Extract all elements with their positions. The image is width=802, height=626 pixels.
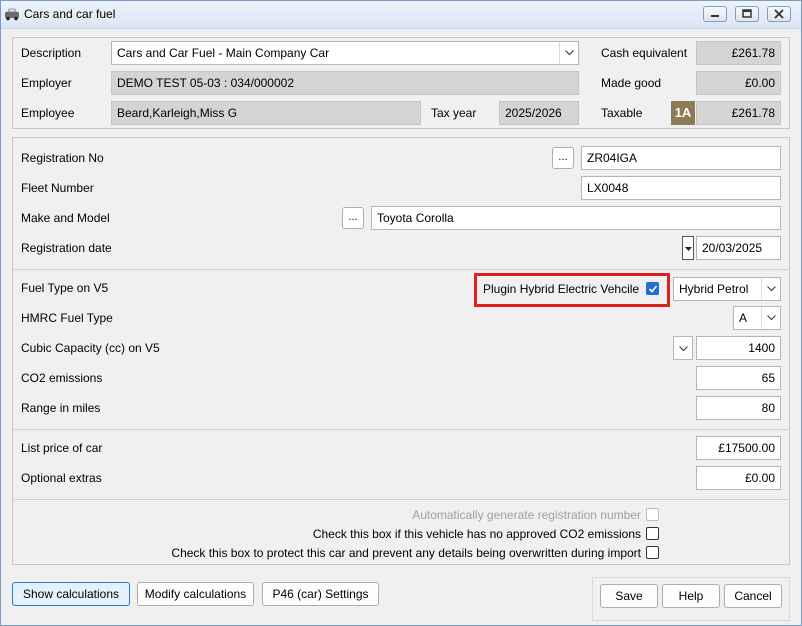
optional-extras-input[interactable]: £0.00 — [696, 466, 781, 490]
tax-year-field: 2025/2026 — [499, 101, 579, 125]
range-miles-label: Range in miles — [21, 401, 101, 415]
range-miles-input[interactable]: 80 — [696, 396, 781, 420]
tax-year-label: Tax year — [431, 106, 477, 120]
phev-label: Plugin Hybrid Electric Vehcile — [483, 282, 640, 296]
cash-equivalent-label: Cash equivalent — [601, 46, 688, 60]
chevron-down-icon — [767, 286, 776, 292]
hmrc-fuel-type-combobox[interactable]: A — [733, 306, 781, 330]
close-button[interactable] — [767, 6, 791, 22]
co2-emissions-label: CO2 emissions — [21, 371, 103, 385]
fuel-type-dropdown-arrow[interactable] — [761, 278, 780, 300]
cubic-capacity-label: Cubic Capacity (cc) on V5 — [21, 341, 160, 355]
modify-calculations-button[interactable]: Modify calculations — [137, 582, 254, 606]
auto-reg-checkbox[interactable] — [646, 508, 659, 521]
section-divider — [12, 269, 790, 270]
no-co2-checkbox[interactable] — [646, 527, 659, 540]
employee-label: Employee — [21, 106, 75, 120]
description-combobox[interactable]: Cars and Car Fuel - Main Company Car — [111, 41, 579, 65]
co2-emissions-input[interactable]: 65 — [696, 366, 781, 390]
list-price-input[interactable]: £17500.00 — [696, 436, 781, 460]
chevron-down-icon — [767, 315, 776, 321]
taxable-category-badge: 1A — [671, 101, 695, 125]
close-icon — [774, 9, 784, 19]
show-calculations-button[interactable]: Show calculations — [12, 582, 130, 606]
registration-lookup-button[interactable]: ... — [552, 147, 574, 169]
hmrc-fuel-type-value: A — [739, 311, 748, 325]
car-icon — [5, 8, 19, 21]
optional-extras-label: Optional extras — [21, 471, 102, 485]
phev-checkbox[interactable] — [646, 282, 659, 295]
description-label: Description — [21, 46, 82, 60]
description-value: Cars and Car Fuel - Main Company Car — [117, 46, 330, 60]
chevron-down-icon — [679, 346, 688, 352]
hmrc-fuel-type-dropdown-arrow[interactable] — [761, 307, 780, 329]
chevron-down-icon — [685, 247, 692, 251]
hmrc-fuel-type-label: HMRC Fuel Type — [21, 311, 113, 325]
registration-no-label: Registration No — [21, 151, 104, 165]
date-picker-button[interactable] — [682, 236, 694, 260]
protect-car-checkbox[interactable] — [646, 546, 659, 559]
employer-field: DEMO TEST 05-03 : 034/000002 — [111, 71, 579, 95]
make-model-label: Make and Model — [21, 211, 110, 225]
taxable-field: £261.78 — [696, 101, 781, 125]
save-button[interactable]: Save — [600, 584, 658, 608]
employee-field: Beard,Karleigh,Miss G — [111, 101, 421, 125]
maximize-icon — [742, 9, 752, 18]
auto-reg-label: Automatically generate registration numb… — [412, 508, 641, 522]
cars-and-car-fuel-window: Cars and car fuel Description Cars and C… — [0, 0, 802, 626]
maximize-button[interactable] — [735, 6, 759, 22]
description-dropdown-arrow[interactable] — [559, 42, 578, 64]
help-button[interactable]: Help — [662, 584, 720, 608]
employer-label: Employer — [21, 76, 72, 90]
taxable-label: Taxable — [601, 106, 643, 120]
window-title: Cars and car fuel — [24, 7, 116, 21]
protect-car-label: Check this box to protect this car and p… — [171, 546, 641, 560]
fleet-number-label: Fleet Number — [21, 181, 94, 195]
section-divider — [12, 429, 790, 430]
no-co2-label: Check this box if this vehicle has no ap… — [312, 527, 641, 541]
minimize-button[interactable] — [703, 6, 727, 22]
section-divider — [12, 499, 790, 500]
make-model-lookup-button[interactable]: ... — [342, 207, 364, 229]
fleet-number-input[interactable]: LX0048 — [581, 176, 781, 200]
registration-no-input[interactable]: ZR04IGA — [581, 146, 781, 170]
made-good-field: £0.00 — [696, 71, 781, 95]
chevron-down-icon — [565, 50, 574, 56]
fuel-type-combobox[interactable]: Hybrid Petrol — [673, 277, 781, 301]
p46-settings-button[interactable]: P46 (car) Settings — [262, 582, 379, 606]
checkmark-icon — [648, 285, 658, 293]
cubic-capacity-input[interactable]: 1400 — [696, 336, 781, 360]
fuel-type-value: Hybrid Petrol — [679, 282, 749, 296]
title-bar[interactable]: Cars and car fuel — [1, 1, 801, 29]
registration-date-label: Registration date — [21, 241, 112, 255]
cancel-button[interactable]: Cancel — [724, 584, 782, 608]
fuel-type-label: Fuel Type on V5 — [21, 281, 109, 295]
make-model-input[interactable]: Toyota Corolla — [371, 206, 781, 230]
made-good-label: Made good — [601, 76, 662, 90]
cubic-capacity-dropdown-button[interactable] — [673, 336, 693, 360]
minimize-icon — [711, 15, 719, 17]
cash-equivalent-field: £261.78 — [696, 41, 781, 65]
registration-date-input[interactable]: 20/03/2025 — [696, 236, 781, 260]
list-price-label: List price of car — [21, 441, 103, 455]
